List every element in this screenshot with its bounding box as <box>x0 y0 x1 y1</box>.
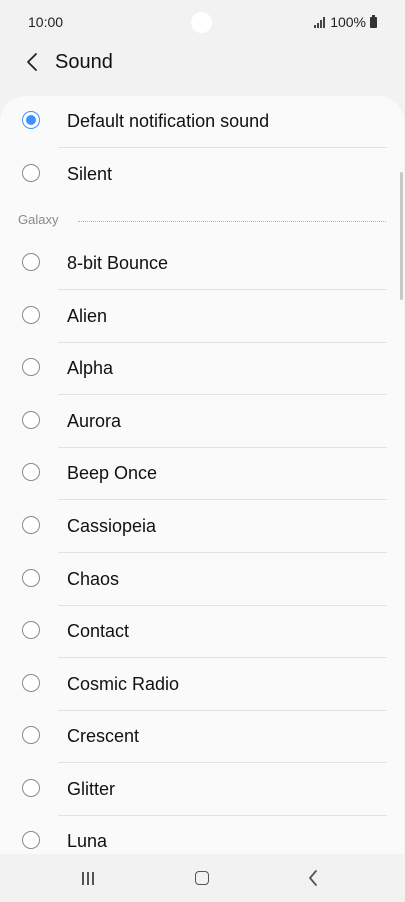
list-item[interactable]: Chaos <box>0 554 404 606</box>
list-item[interactable]: Contact <box>0 606 404 658</box>
radio-button[interactable] <box>22 726 40 744</box>
list-item[interactable]: 8-bit Bounce <box>0 238 404 290</box>
radio-button[interactable] <box>22 831 40 849</box>
list-item[interactable]: Crescent <box>0 711 404 763</box>
battery-level: 100% <box>330 14 366 30</box>
radio-button[interactable] <box>22 569 40 587</box>
app-bar: Sound <box>0 40 405 86</box>
option-label: Chaos <box>67 569 120 589</box>
option-label: Contact <box>67 621 130 641</box>
section-label: Galaxy <box>18 212 59 227</box>
option-label: Glitter <box>67 779 116 799</box>
status-bar: 10:00 100% <box>0 0 405 44</box>
list-item[interactable]: Luna <box>0 816 404 854</box>
section-divider <box>78 221 386 222</box>
sound-list: Default notification sound Silent Galaxy… <box>0 96 404 854</box>
option-label: Crescent <box>67 726 140 746</box>
status-indicators: 100% <box>314 14 377 30</box>
divider <box>58 552 387 553</box>
radio-button[interactable] <box>22 411 40 429</box>
radio-button[interactable] <box>22 463 40 481</box>
battery-icon <box>370 14 377 28</box>
option-label: Beep Once <box>67 463 158 483</box>
page-title: Sound <box>55 51 113 73</box>
radio-button[interactable] <box>22 779 40 797</box>
section-header: Galaxy <box>0 208 404 230</box>
camera-cutout <box>191 12 212 33</box>
radio-button[interactable] <box>22 674 40 692</box>
list-item[interactable]: Cassiopeia <box>0 501 404 553</box>
recents-icon[interactable] <box>82 872 94 885</box>
radio-button[interactable] <box>22 164 40 182</box>
list-item[interactable]: Glitter <box>0 764 404 816</box>
option-label: Alpha <box>67 358 114 378</box>
option-label: Luna <box>67 831 108 851</box>
radio-button[interactable] <box>22 621 40 639</box>
divider <box>58 147 387 148</box>
divider <box>58 394 387 395</box>
navigation-bar <box>0 856 405 902</box>
list-item[interactable]: Alpha <box>0 343 404 395</box>
radio-button[interactable] <box>22 358 40 376</box>
divider <box>58 762 387 763</box>
option-label: Cosmic Radio <box>67 674 180 694</box>
option-label: Default notification sound <box>67 111 270 131</box>
chevron-left-icon <box>27 53 37 71</box>
option-label: Silent <box>67 164 113 184</box>
list-item[interactable]: Default notification sound <box>0 96 404 148</box>
divider <box>58 499 387 500</box>
radio-button[interactable] <box>22 253 40 271</box>
list-item[interactable]: Silent <box>0 149 404 201</box>
option-label: Cassiopeia <box>67 516 157 536</box>
home-icon[interactable] <box>195 871 209 885</box>
option-label: Alien <box>67 306 108 326</box>
list-item[interactable]: Aurora <box>0 396 404 448</box>
back-icon[interactable] <box>308 869 318 887</box>
divider <box>58 657 387 658</box>
list-item[interactable]: Alien <box>0 291 404 343</box>
divider <box>58 289 387 290</box>
radio-button-selected[interactable] <box>22 111 40 129</box>
radio-button[interactable] <box>22 516 40 534</box>
signal-icon <box>314 16 326 28</box>
list-item[interactable]: Beep Once <box>0 448 404 500</box>
scrollbar[interactable] <box>400 172 403 300</box>
option-label: 8-bit Bounce <box>67 253 169 273</box>
back-button[interactable] <box>18 48 46 76</box>
list-item[interactable]: Cosmic Radio <box>0 659 404 711</box>
radio-button[interactable] <box>22 306 40 324</box>
status-time: 10:00 <box>28 14 64 30</box>
option-label: Aurora <box>67 411 122 431</box>
